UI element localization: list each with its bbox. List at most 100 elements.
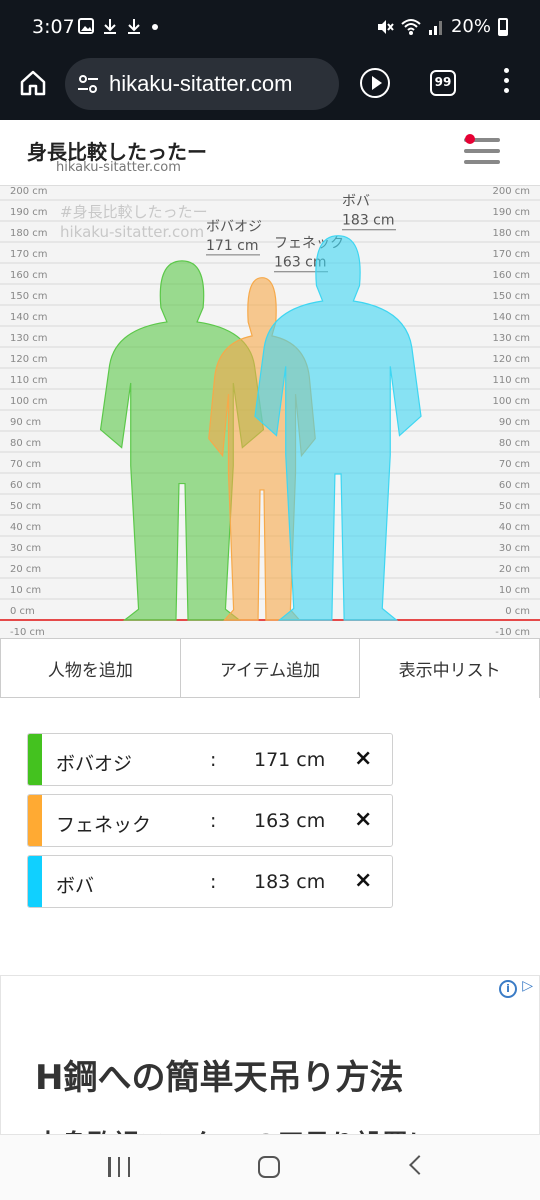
ad-info-icon[interactable]: i bbox=[499, 980, 517, 998]
tick-label-right: -10 cm bbox=[495, 627, 530, 638]
site-header: 身長比較したったー hikaku-sitatter.com bbox=[0, 120, 540, 186]
tick-label-right: 180 cm bbox=[492, 228, 530, 239]
status-right: 20% bbox=[376, 16, 508, 37]
tick-label-left: 130 cm bbox=[10, 333, 48, 344]
advertisement[interactable]: i ▷ H鋼への簡単天吊り方法 中身監視モニター の天吊り設置に bbox=[0, 975, 540, 1135]
person-label-name: ボバオジ bbox=[206, 219, 262, 235]
tick-label-right: 80 cm bbox=[499, 438, 530, 449]
watermark-url: hikaku-sitatter.com bbox=[60, 223, 205, 241]
tab-switcher-button[interactable]: 99 bbox=[430, 70, 456, 96]
tick-label-left: 0 cm bbox=[10, 606, 35, 617]
tick-label-right: 70 cm bbox=[499, 459, 530, 470]
color-swatch[interactable] bbox=[28, 795, 42, 846]
mute-icon bbox=[377, 19, 394, 34]
person-name: フェネック bbox=[56, 814, 152, 836]
play-icon[interactable] bbox=[360, 68, 390, 98]
tick-label-right: 60 cm bbox=[499, 480, 530, 491]
tab-display-list[interactable]: 表示中リスト bbox=[360, 638, 540, 698]
address-bar[interactable]: hikaku-sitatter.com bbox=[65, 58, 339, 110]
battery-percent: 20% bbox=[450, 16, 491, 37]
color-swatch[interactable] bbox=[28, 734, 42, 785]
list-item[interactable]: ボバ : 183 cm × bbox=[27, 855, 393, 908]
tick-label-left: 120 cm bbox=[10, 354, 48, 365]
ad-title[interactable]: H鋼への簡単天吊り方法 bbox=[35, 1050, 403, 1099]
signal-icon bbox=[428, 20, 442, 35]
separator: : bbox=[210, 749, 217, 771]
list-item[interactable]: フェネック : 163 cm × bbox=[27, 794, 393, 847]
tick-label-right: 160 cm bbox=[492, 270, 530, 281]
delete-icon[interactable]: × bbox=[354, 868, 372, 893]
ad-close-icon[interactable]: ▷ bbox=[522, 978, 533, 994]
more-menu-icon[interactable] bbox=[500, 68, 512, 98]
person-height: 163 cm bbox=[254, 810, 326, 832]
height-chart-svg: 200 cm 200 cm 190 cm 190 cm 180 cm 180 cm 170 … bbox=[0, 186, 540, 638]
download-icon bbox=[104, 19, 116, 34]
tick-label-right: 100 cm bbox=[492, 396, 530, 407]
tick-label-right: 0 cm bbox=[505, 606, 530, 617]
dot-icon bbox=[152, 24, 158, 30]
tick-label-left: 30 cm bbox=[10, 543, 41, 554]
tick-label-right: 10 cm bbox=[499, 585, 530, 596]
site-settings-icon[interactable] bbox=[77, 74, 99, 94]
tick-label-left: 80 cm bbox=[10, 438, 41, 449]
browser-toolbar: hikaku-sitatter.com 99 bbox=[0, 58, 540, 120]
status-bar: 3:07 20% bbox=[0, 0, 540, 58]
battery-icon bbox=[498, 17, 508, 36]
back-icon[interactable] bbox=[409, 1155, 429, 1175]
tick-label-left: 200 cm bbox=[10, 186, 48, 197]
screen: 3:07 20% hikaku-sitatter.com 99 身長比較したった… bbox=[0, 0, 540, 1200]
tick-label-left: 170 cm bbox=[10, 249, 48, 260]
person-label-height: 183 cm bbox=[342, 213, 395, 229]
watermark: #身長比較したったー hikaku-sitatter.com bbox=[60, 202, 208, 242]
home-icon[interactable] bbox=[18, 68, 48, 98]
tick-label-left: 180 cm bbox=[10, 228, 48, 239]
tick-label-right: 200 cm bbox=[492, 186, 530, 197]
tick-label-left: 190 cm bbox=[10, 207, 48, 218]
tick-label-right: 40 cm bbox=[499, 522, 530, 533]
tick-label-right: 110 cm bbox=[492, 375, 530, 386]
ad-text: 中身監視モニター の天吊り設置に bbox=[35, 1124, 434, 1134]
tick-label-right: 150 cm bbox=[492, 291, 530, 302]
tick-label-left: 20 cm bbox=[10, 564, 41, 575]
delete-icon[interactable]: × bbox=[354, 807, 372, 832]
separator: : bbox=[210, 871, 217, 893]
tick-label-right: 120 cm bbox=[492, 354, 530, 365]
tick-label-left: 60 cm bbox=[10, 480, 41, 491]
person-name: ボバ bbox=[56, 875, 95, 897]
tick-label-right: 20 cm bbox=[499, 564, 530, 575]
download-icon bbox=[128, 19, 140, 34]
tick-label-left: 90 cm bbox=[10, 417, 41, 428]
tick-label-right: 170 cm bbox=[492, 249, 530, 260]
tick-label-right: 50 cm bbox=[499, 501, 530, 512]
tab-add-person[interactable]: 人物を追加 bbox=[0, 638, 181, 698]
site-subtitle: hikaku-sitatter.com bbox=[56, 160, 181, 175]
person-label-name: ボバ bbox=[342, 194, 370, 210]
home-nav-icon[interactable] bbox=[258, 1156, 280, 1178]
recents-icon[interactable] bbox=[108, 1157, 130, 1177]
person-list: ボバオジ : 171 cm × フェネック : 163 cm × ボバ : 18… bbox=[27, 733, 393, 916]
status-time: 3:07 bbox=[32, 16, 75, 38]
height-chart: 200 cm 200 cm 190 cm 190 cm 180 cm 180 cm 170 … bbox=[0, 186, 540, 638]
person-label-height: 171 cm bbox=[206, 238, 259, 254]
tick-label-left: 40 cm bbox=[10, 522, 41, 533]
color-swatch[interactable] bbox=[28, 856, 42, 907]
tick-label-left: 50 cm bbox=[10, 501, 41, 512]
tab-bar: 人物を追加 アイテム追加 表示中リスト bbox=[0, 638, 540, 698]
person-height: 183 cm bbox=[254, 871, 326, 893]
tick-label-left: 10 cm bbox=[10, 585, 41, 596]
url-text: hikaku-sitatter.com bbox=[109, 71, 293, 96]
tick-label-left: 100 cm bbox=[10, 396, 48, 407]
tick-label-right: 140 cm bbox=[492, 312, 530, 323]
watermark-hashtag: #身長比較したったー bbox=[60, 203, 208, 221]
tick-label-right: 190 cm bbox=[492, 207, 530, 218]
tab-add-item[interactable]: アイテム追加 bbox=[180, 638, 361, 698]
person-height: 171 cm bbox=[254, 749, 326, 771]
tick-label-left: 160 cm bbox=[10, 270, 48, 281]
separator: : bbox=[210, 810, 217, 832]
list-item[interactable]: ボバオジ : 171 cm × bbox=[27, 733, 393, 786]
wifi-icon bbox=[401, 18, 421, 35]
gallery-icon bbox=[78, 18, 94, 34]
delete-icon[interactable]: × bbox=[354, 746, 372, 771]
tick-label-left: 70 cm bbox=[10, 459, 41, 470]
notification-dot bbox=[465, 134, 475, 144]
